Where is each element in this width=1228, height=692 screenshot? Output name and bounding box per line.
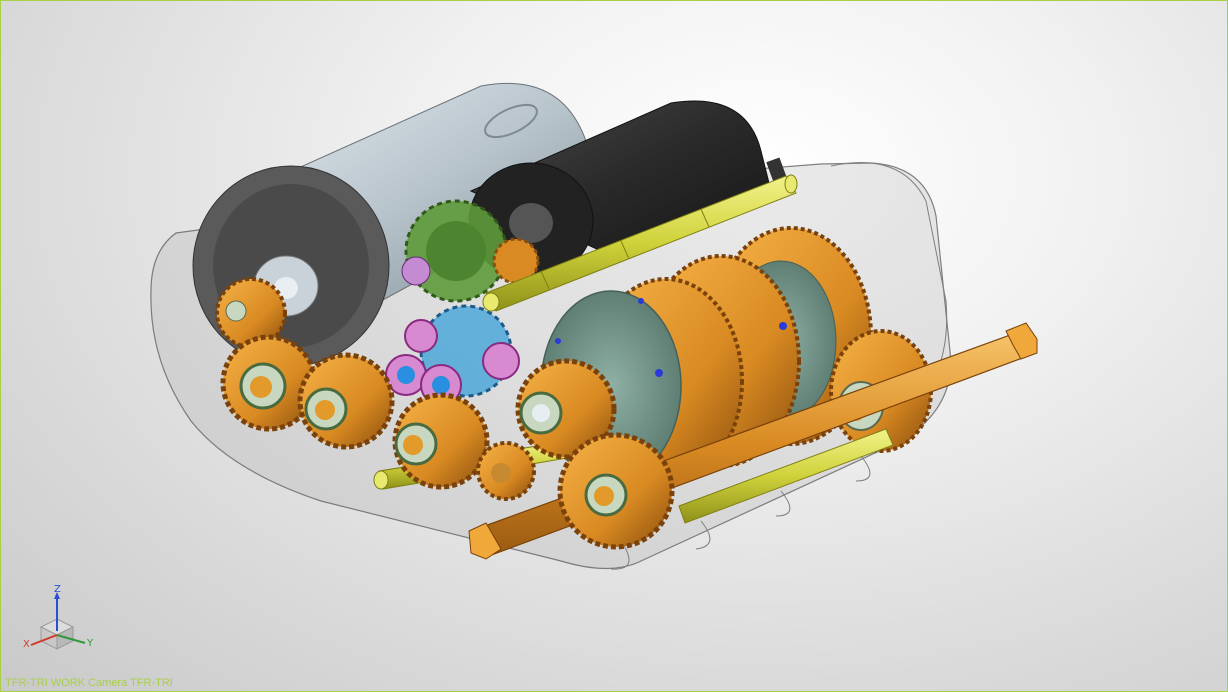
view-orientation-triad[interactable]: Z X Y — [19, 584, 103, 659]
gearbox-model[interactable] — [1, 1, 1227, 691]
triad-y-label: Y — [87, 638, 94, 649]
cad-viewport[interactable]: Z X Y TFR-TRI WORK Camera TFR-TRI — [0, 0, 1228, 692]
triad-x-label: X — [23, 639, 30, 650]
viewport-status-text: TFR-TRI WORK Camera TFR-TRI — [5, 677, 173, 689]
triad-z-label: Z — [54, 584, 61, 595]
